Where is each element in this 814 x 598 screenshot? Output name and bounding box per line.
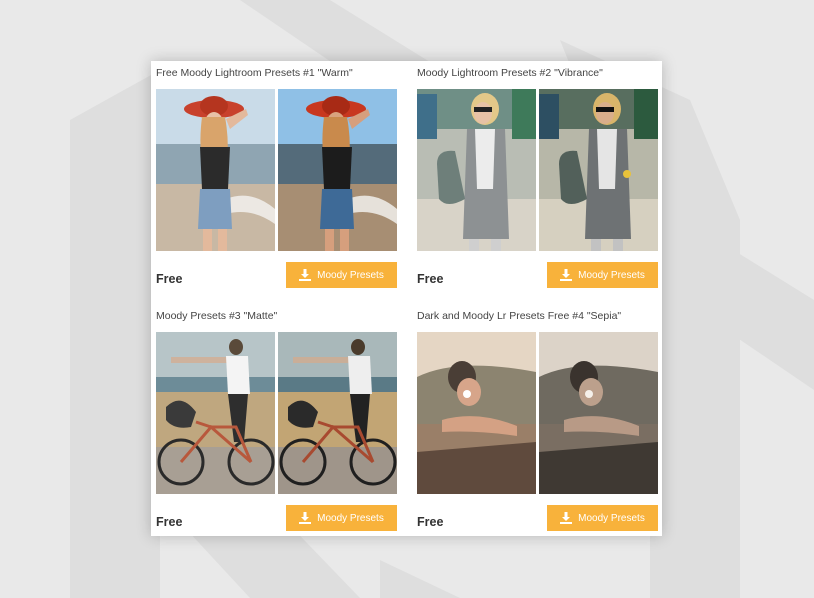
after-photo	[539, 89, 658, 251]
preset-title: Moody Lightroom Presets #2 "Vibrance"	[417, 67, 603, 79]
before-after-photos	[417, 89, 658, 251]
price-label: Free	[417, 515, 444, 529]
download-icon	[560, 512, 573, 524]
download-button[interactable]: Moody Presets	[547, 505, 658, 531]
before-after-photos	[417, 332, 658, 494]
preset-item-4: Dark and Moody Lr Presets Free #4 "Sepia…	[417, 309, 658, 531]
after-photo	[278, 332, 397, 494]
price-label: Free	[156, 515, 183, 529]
download-icon	[560, 269, 573, 281]
download-button[interactable]: Moody Presets	[286, 262, 397, 288]
download-button-label: Moody Presets	[578, 512, 645, 524]
before-after-photos	[156, 89, 397, 251]
after-photo	[278, 89, 397, 251]
preset-item-1: Free Moody Lightroom Presets #1 "Warm" F…	[156, 66, 397, 288]
preset-title: Dark and Moody Lr Presets Free #4 "Sepia…	[417, 310, 622, 322]
before-photo	[156, 89, 275, 251]
preset-item-2: Moody Lightroom Presets #2 "Vibrance" Fr…	[417, 66, 658, 288]
price-label: Free	[417, 272, 444, 286]
download-button[interactable]: Moody Presets	[547, 262, 658, 288]
preset-title: Free Moody Lightroom Presets #1 "Warm"	[156, 67, 353, 79]
before-photo	[156, 332, 275, 494]
download-button-label: Moody Presets	[317, 512, 384, 524]
download-button-label: Moody Presets	[578, 269, 645, 281]
download-button[interactable]: Moody Presets	[286, 505, 397, 531]
presets-card: Free Moody Lightroom Presets #1 "Warm" F…	[151, 61, 662, 536]
preset-title: Moody Presets #3 "Matte"	[156, 310, 278, 322]
download-icon	[299, 512, 312, 524]
download-icon	[299, 269, 312, 281]
after-photo	[539, 332, 658, 494]
before-after-photos	[156, 332, 397, 494]
before-photo	[417, 89, 536, 251]
before-photo	[417, 332, 536, 494]
price-label: Free	[156, 272, 183, 286]
download-button-label: Moody Presets	[317, 269, 384, 281]
preset-item-3: Moody Presets #3 "Matte" Free Moody Pres…	[156, 309, 397, 531]
